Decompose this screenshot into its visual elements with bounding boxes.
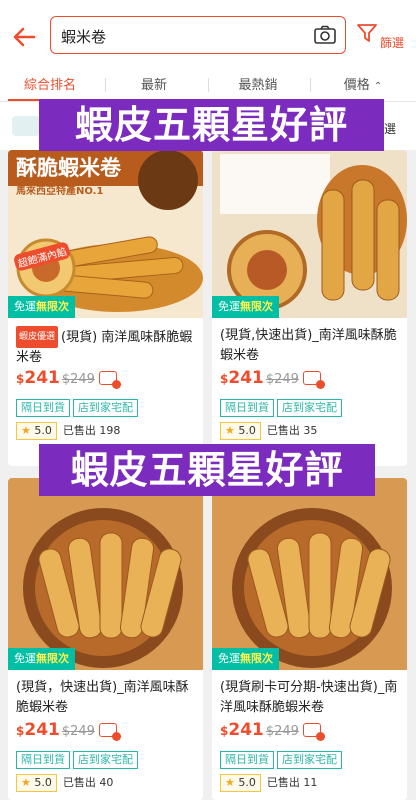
- price: $241: [220, 368, 264, 388]
- sold-count: 已售出 198: [62, 424, 121, 437]
- tag-next-day: 隔日到貨: [16, 751, 70, 769]
- cod-icon: [302, 371, 325, 389]
- tab-relevance[interactable]: 綜合排名: [8, 74, 92, 96]
- tab-latest[interactable]: 最新: [112, 74, 196, 96]
- star-icon: ★: [225, 424, 235, 437]
- tab-price[interactable]: 價格 ⌃: [318, 74, 408, 96]
- price-row: $241 $249: [16, 368, 121, 392]
- rating-badge: ★ 5.0: [16, 422, 57, 440]
- divider: [105, 78, 106, 92]
- filter-icon: [357, 24, 377, 42]
- preferred-badge: 蝦皮優選: [16, 326, 59, 348]
- star-icon: ★: [21, 424, 31, 437]
- rating-badge: ★ 5.0: [220, 422, 261, 440]
- review-banner: 蝦皮五顆星好評: [39, 444, 375, 496]
- tag-list: 隔日到貨 店到家宅配: [220, 396, 345, 417]
- product-photo: [212, 150, 407, 318]
- product-card[interactable]: 免運無限次 (現貨，快速出貨)_南洋風味酥脆蝦米卷 $241 $249 隔日到貨店…: [8, 478, 203, 800]
- tag-home-delivery: 店到家宅配: [73, 399, 138, 417]
- image-headline: 酥脆蝦米卷: [16, 156, 121, 180]
- product-photo: [8, 478, 203, 670]
- rating-badge: ★ 5.0: [16, 774, 57, 792]
- tag-next-day: 隔日到貨: [16, 399, 70, 417]
- tag-home-delivery: 店到家宅配: [277, 751, 342, 769]
- product-card[interactable]: 免運無限次 (現貨刷卡可分期-快速出貨)_南洋風味酥脆蝦米卷 $241 $249 …: [212, 478, 407, 800]
- tag-next-day: 隔日到貨: [220, 751, 274, 769]
- divider: [208, 78, 209, 92]
- free-shipping-label: 免運無限次: [212, 296, 279, 318]
- tag-list: 隔日到貨 店到家宅配: [16, 748, 141, 769]
- sort-toggle-icon: ⌃: [373, 81, 383, 92]
- original-price: $249: [265, 372, 299, 387]
- star-icon: ★: [21, 776, 31, 789]
- cod-icon: [302, 723, 325, 741]
- rating-row: ★ 5.0 已售出 40: [16, 774, 113, 792]
- rating-row: ★ 5.0 已售出 35: [220, 422, 317, 440]
- image-subtext: 馬來西亞特產NO.1: [16, 186, 104, 197]
- product-photo: [212, 478, 407, 670]
- price-row: $241 $249: [220, 720, 325, 744]
- sold-count: 已售出 35: [266, 424, 318, 437]
- price-row: $241 $249: [16, 720, 121, 744]
- product-title: (現貨，快速出貨)_南洋風味酥脆蝦米卷: [16, 680, 189, 715]
- tag-next-day: 隔日到貨: [220, 399, 274, 417]
- product-title: (現貨,快速出貨)_南洋風味酥脆蝦米卷: [220, 328, 397, 363]
- free-shipping-label: 免運無限次: [8, 648, 75, 670]
- filter-label: 篩選: [380, 36, 405, 50]
- truck-icon[interactable]: [12, 116, 40, 136]
- filter-tail-text[interactable]: 選: [384, 120, 396, 137]
- tag-home-delivery: 店到家宅配: [277, 399, 342, 417]
- price-row: $241 $249: [220, 368, 325, 392]
- original-price: $249: [61, 724, 95, 739]
- price: $241: [16, 368, 60, 388]
- original-price: $249: [265, 724, 299, 739]
- tag-list: 隔日到貨 店到家宅配: [220, 748, 345, 769]
- tab-top-sales[interactable]: 最熱銷: [216, 74, 300, 96]
- back-arrow-icon[interactable]: [10, 22, 40, 52]
- price: $241: [16, 720, 60, 740]
- product-title: 蝦皮優選 (現貨) 南洋風味酥脆蝦米卷: [16, 326, 198, 368]
- sort-bar: 綜合排名 最新 最熱銷 價格 ⌃: [0, 68, 416, 102]
- original-price: $249: [61, 372, 95, 387]
- price: $241: [220, 720, 264, 740]
- product-image[interactable]: 免運無限次: [212, 478, 407, 670]
- cod-icon: [98, 371, 121, 389]
- filter-button[interactable]: 篩選: [356, 20, 408, 56]
- search-input[interactable]: 蝦米卷: [50, 16, 346, 54]
- product-image[interactable]: 免運無限次: [212, 150, 407, 318]
- rating-badge: ★ 5.0: [220, 774, 261, 792]
- tag-list: 隔日到貨 店到家宅配: [16, 396, 141, 417]
- tab-price-label: 價格: [343, 78, 370, 93]
- divider: [310, 78, 311, 92]
- tag-home-delivery: 店到家宅配: [73, 751, 138, 769]
- free-shipping-label: 免運無限次: [8, 296, 75, 318]
- product-image[interactable]: 酥脆蝦米卷 馬來西亞特產NO.1 超飽滿內餡 免運無限次: [8, 150, 203, 318]
- star-icon: ★: [225, 776, 235, 789]
- cod-icon: [98, 723, 121, 741]
- product-card[interactable]: 免運無限次 (現貨,快速出貨)_南洋風味酥脆蝦米卷 $241 $249 隔日到貨店…: [212, 150, 407, 466]
- camera-icon[interactable]: [313, 23, 337, 47]
- rating-row: ★ 5.0 已售出 198: [16, 422, 120, 440]
- top-bar: 蝦米卷 篩選: [0, 0, 416, 68]
- rating-row: ★ 5.0 已售出 11: [220, 774, 317, 792]
- sold-count: 已售出 40: [62, 776, 114, 789]
- search-query-text: 蝦米卷: [61, 28, 107, 46]
- product-title: (現貨刷卡可分期-快速出貨)_南洋風味酥脆蝦米卷: [220, 680, 398, 715]
- sold-count: 已售出 11: [266, 776, 318, 789]
- product-card[interactable]: 酥脆蝦米卷 馬來西亞特產NO.1 超飽滿內餡 免運無限次 蝦皮優選 (現貨) 南洋…: [8, 150, 203, 466]
- review-banner: 蝦皮五顆星好評: [39, 99, 384, 151]
- product-image[interactable]: 免運無限次: [8, 478, 203, 670]
- free-shipping-label: 免運無限次: [212, 648, 279, 670]
